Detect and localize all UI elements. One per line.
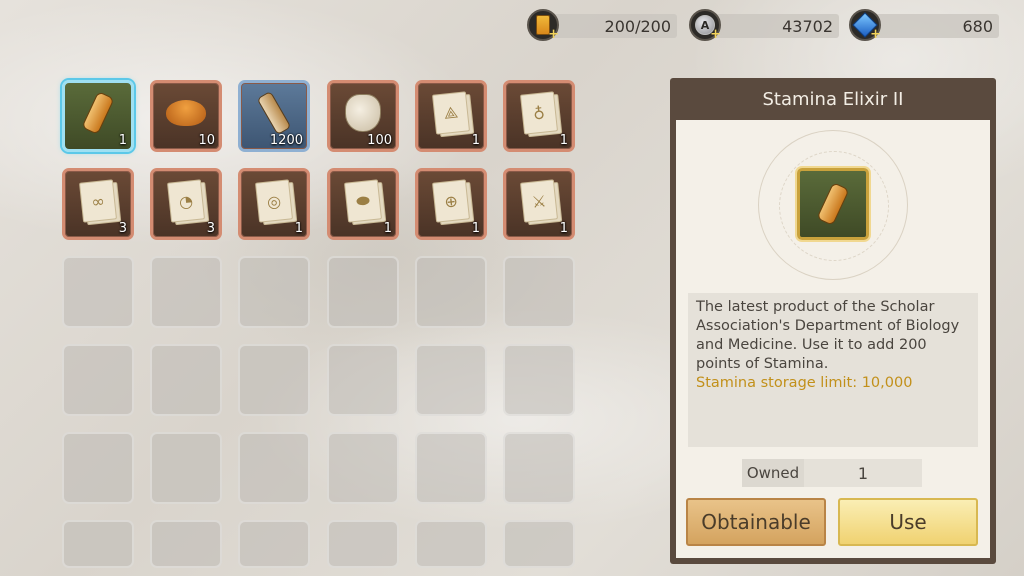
item-qty: 1 — [118, 133, 127, 148]
empty-inventory-slot — [62, 344, 134, 416]
owned-row: Owned 1 — [742, 459, 922, 487]
item-qty: 1 — [383, 221, 392, 236]
empty-inventory-slot — [415, 520, 487, 568]
empty-inventory-slot — [503, 344, 575, 416]
stamina-currency[interactable]: + 200/200 — [527, 9, 677, 41]
empty-inventory-slot — [150, 344, 222, 416]
empty-inventory-slot — [327, 432, 399, 504]
empty-inventory-slot — [415, 256, 487, 328]
inventory-slot-flask[interactable]: 1200 — [238, 80, 310, 152]
item-qty: 3 — [206, 221, 215, 236]
owned-label: Owned — [742, 459, 804, 487]
empty-inventory-slot — [415, 432, 487, 504]
empty-inventory-slot — [238, 256, 310, 328]
item-qty: 100 — [367, 133, 392, 148]
empty-inventory-slot — [150, 520, 222, 568]
blue-gem-icon: + — [849, 9, 881, 41]
item-stamina-limit: Stamina storage limit: 10,000 — [696, 375, 913, 391]
inventory-slot-blueprint-fish[interactable]: ⬬ 1 — [327, 168, 399, 240]
sack-icon — [343, 91, 383, 135]
inventory-slot-blueprint-compass[interactable]: ⟁ 1 — [415, 80, 487, 152]
gems-currency[interactable]: + 680 — [849, 9, 999, 41]
item-detail-panel: Stamina Elixir II The latest product of … — [670, 78, 996, 564]
empty-inventory-slot — [327, 520, 399, 568]
gold-coin-icon: A + — [689, 9, 721, 41]
blueprint-globe-icon: ⊕ — [431, 179, 471, 223]
inventory-slot-blueprint-globe[interactable]: ⊕ 1 — [415, 168, 487, 240]
item-qty: 1 — [559, 221, 568, 236]
inventory-slot-blueprint-clock[interactable]: ◔ 3 — [150, 168, 222, 240]
item-description: The latest product of the Scholar Associ… — [696, 299, 960, 372]
inventory-slot-blueprint-bulb[interactable]: ♁ 1 — [503, 80, 575, 152]
empty-inventory-slot — [62, 432, 134, 504]
obtainable-button[interactable]: Obtainable — [686, 498, 826, 546]
use-button[interactable]: Use — [838, 498, 978, 546]
inventory-slot-blueprint-target[interactable]: ◎ 1 — [238, 168, 310, 240]
blueprint-fish-icon: ⬬ — [343, 179, 383, 223]
item-description-box: The latest product of the Scholar Associ… — [688, 293, 978, 447]
empty-inventory-slot — [238, 344, 310, 416]
inventory-slot-blueprint-sword[interactable]: ⚔ 1 — [503, 168, 575, 240]
item-qty: 1200 — [269, 133, 303, 148]
gems-value: 680 — [863, 14, 999, 38]
empty-inventory-slot — [503, 520, 575, 568]
inventory-slot-stamina-elixir[interactable]: 1 — [62, 80, 134, 152]
empty-inventory-slot — [238, 432, 310, 504]
empty-inventory-slot — [62, 256, 134, 328]
empty-inventory-slot — [503, 432, 575, 504]
flask-icon — [254, 90, 294, 136]
empty-inventory-slot — [238, 520, 310, 568]
gold-value: 43702 — [703, 14, 839, 38]
item-title: Stamina Elixir II — [762, 88, 904, 110]
gold-currency[interactable]: A + 43702 — [689, 9, 839, 41]
blueprint-sword-icon: ⚔ — [519, 179, 559, 223]
blueprint-clock-icon: ◔ — [166, 179, 206, 223]
empty-inventory-slot — [327, 256, 399, 328]
empty-inventory-slot — [415, 344, 487, 416]
item-qty: 1 — [471, 133, 480, 148]
empty-inventory-slot — [62, 520, 134, 568]
blueprint-compass-icon: ⟁ — [431, 91, 471, 135]
croissant-icon — [166, 91, 206, 135]
empty-inventory-slot — [150, 432, 222, 504]
blueprint-bulb-icon: ♁ — [519, 91, 559, 135]
item-qty: 1 — [471, 221, 480, 236]
empty-inventory-slot — [150, 256, 222, 328]
item-qty: 1 — [294, 221, 303, 236]
item-detail-body: The latest product of the Scholar Associ… — [676, 120, 990, 558]
inventory-slot-sack[interactable]: 100 — [327, 80, 399, 152]
blueprint-binoculars-icon: ∞ — [78, 179, 118, 223]
item-qty: 10 — [198, 133, 215, 148]
item-qty: 1 — [559, 133, 568, 148]
elixir-bottle-icon — [797, 168, 869, 240]
owned-value: 1 — [804, 459, 922, 487]
blueprint-target-icon: ◎ — [254, 179, 294, 223]
empty-inventory-slot — [503, 256, 575, 328]
elixir-bottle-icon — [78, 91, 118, 135]
item-qty: 3 — [118, 221, 127, 236]
inventory-slot-croissant[interactable]: 10 — [150, 80, 222, 152]
stamina-icon: + — [527, 9, 559, 41]
empty-inventory-slot — [327, 344, 399, 416]
stamina-value: 200/200 — [541, 14, 677, 38]
inventory-slot-blueprint-binoculars[interactable]: ∞ 3 — [62, 168, 134, 240]
